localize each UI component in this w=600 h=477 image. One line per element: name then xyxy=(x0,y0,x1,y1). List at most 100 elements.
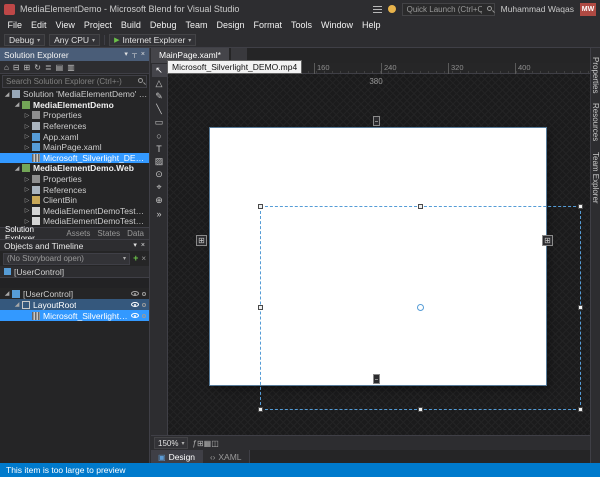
user-name[interactable]: Muhammad Waqas xyxy=(501,4,574,14)
design-surface[interactable]: 080160240320400 380 ⊞ xyxy=(168,63,590,435)
pan-tool[interactable]: ⌖ xyxy=(152,181,167,194)
camera-orbit-tool[interactable]: ⊕ xyxy=(152,194,167,207)
storyboard-dropdown[interactable]: (No Storyboard open) ▾ xyxy=(3,253,130,265)
platform-dropdown[interactable]: Any CPU ▾ xyxy=(49,34,100,46)
run-target-button[interactable]: ▶ Internet Explorer ▾ xyxy=(109,34,196,46)
tree-item[interactable]: Properties xyxy=(0,174,149,185)
direct-selection-tool[interactable]: △ xyxy=(152,77,167,90)
lock-dot-icon[interactable] xyxy=(142,314,146,318)
panel-tab[interactable]: States xyxy=(97,229,120,238)
resize-handle-w[interactable] xyxy=(258,305,263,310)
expander-icon[interactable] xyxy=(3,290,11,297)
artboard[interactable] xyxy=(210,128,546,385)
side-tab[interactable]: Properties xyxy=(591,57,600,93)
menu-item[interactable]: Design xyxy=(212,18,249,33)
grid-toggle-icon[interactable]: ⊞ xyxy=(197,439,204,448)
resize-handle-ne[interactable] xyxy=(578,204,583,209)
tree-item[interactable]: MediaElementDemoTestPage.aspx xyxy=(0,206,149,217)
home-icon[interactable]: ⌂ xyxy=(4,61,9,74)
expander-icon[interactable] xyxy=(23,133,31,140)
preview-selected-icon[interactable]: ▥ xyxy=(67,61,75,74)
properties-window-icon[interactable]: ▤ xyxy=(56,61,64,74)
panel-tab[interactable]: Assets xyxy=(66,229,90,238)
selection-bounds[interactable] xyxy=(260,206,581,410)
expander-icon[interactable] xyxy=(23,144,31,151)
new-storyboard-icon[interactable]: + xyxy=(133,251,138,266)
scope-row[interactable]: [UserControl] xyxy=(0,266,149,278)
quick-launch-input[interactable] xyxy=(402,3,495,16)
expander-icon[interactable] xyxy=(13,165,21,172)
resize-handle-e[interactable] xyxy=(578,305,583,310)
tree-item[interactable]: Solution 'MediaElementDemo' (2 projects) xyxy=(0,89,149,100)
expander-icon[interactable] xyxy=(23,176,31,183)
visibility-eye-icon[interactable] xyxy=(131,302,139,307)
refresh-icon[interactable]: ↻ xyxy=(34,61,41,74)
center-anchor-icon[interactable] xyxy=(417,304,424,311)
visibility-eye-icon[interactable] xyxy=(131,291,139,296)
resize-handle-s[interactable] xyxy=(418,407,423,412)
resize-handle-sw[interactable] xyxy=(258,407,263,412)
user-avatar[interactable]: MW xyxy=(580,3,596,16)
expander-icon[interactable] xyxy=(23,123,31,130)
menu-item[interactable]: Help xyxy=(358,18,386,33)
menu-item[interactable]: Window xyxy=(317,18,358,33)
resize-handle-nw[interactable] xyxy=(258,204,263,209)
expander-icon[interactable] xyxy=(13,301,21,308)
tree-item[interactable]: Microsoft_Silverlight_DEMO.mp4 xyxy=(0,153,149,164)
eyedropper-tool[interactable]: ⊙ xyxy=(152,168,167,181)
visibility-eye-icon[interactable] xyxy=(131,313,139,318)
pen-tool[interactable]: ✎ xyxy=(152,90,167,103)
view-tab[interactable]: Design xyxy=(151,450,203,463)
margin-anchor-bottom-icon[interactable] xyxy=(373,374,380,384)
tree-item[interactable]: App.xaml xyxy=(0,131,149,142)
text-tool[interactable]: T xyxy=(152,142,167,155)
expander-icon[interactable] xyxy=(23,112,31,119)
line-tool[interactable]: ╲ xyxy=(152,103,167,116)
feedback-icon[interactable] xyxy=(373,6,382,13)
menu-item[interactable]: Tools xyxy=(287,18,317,33)
view-code-icon[interactable]: ≣ xyxy=(45,61,52,74)
lock-dot-icon[interactable] xyxy=(142,292,146,296)
tree-item[interactable]: MediaElementDemo xyxy=(0,100,149,111)
tree-item[interactable]: MainPage.xaml xyxy=(0,142,149,153)
menu-item[interactable]: Format xyxy=(249,18,287,33)
show-all-files-icon[interactable]: ⊞ xyxy=(24,61,31,74)
menu-item[interactable]: Project xyxy=(79,18,116,33)
menu-item[interactable]: Edit xyxy=(27,18,52,33)
expander-icon[interactable] xyxy=(13,101,21,108)
expander-icon[interactable] xyxy=(23,207,31,214)
gradient-tool[interactable]: ▨ xyxy=(152,155,167,168)
resize-handle-n[interactable] xyxy=(418,204,423,209)
selection-tool[interactable]: ↖ xyxy=(152,64,167,77)
solution-config-dropdown[interactable]: Debug ▾ xyxy=(4,34,45,46)
menu-item[interactable]: Team xyxy=(181,18,212,33)
expander-icon[interactable] xyxy=(23,186,31,193)
view-tab[interactable]: XAML xyxy=(203,450,249,463)
assets-tool[interactable]: » xyxy=(152,207,167,220)
tree-item[interactable]: Properties xyxy=(0,110,149,121)
menu-item[interactable]: View xyxy=(51,18,79,33)
object-tree-item[interactable]: LayoutRoot xyxy=(0,299,149,310)
object-tree-item[interactable]: [UserControl] xyxy=(0,288,149,299)
expander-icon[interactable] xyxy=(23,197,31,204)
menu-item[interactable]: Debug xyxy=(145,18,181,33)
lock-dot-icon[interactable] xyxy=(142,303,146,307)
tree-item[interactable]: References xyxy=(0,121,149,132)
close-storyboard-icon[interactable]: × xyxy=(141,251,146,266)
solution-explorer-header[interactable]: Solution Explorer ▾ ┬ × xyxy=(0,48,149,61)
window-position-icon[interactable]: ▾ xyxy=(124,48,128,61)
menu-item[interactable]: Build xyxy=(116,18,145,33)
rectangle-tool[interactable]: ▭ xyxy=(152,116,167,129)
margin-anchor-left-icon[interactable]: ⊞ xyxy=(196,235,207,246)
tree-item[interactable]: References xyxy=(0,184,149,195)
pin-icon[interactable]: ┬ xyxy=(132,48,137,61)
notification-icon[interactable] xyxy=(388,5,396,13)
expander-icon[interactable] xyxy=(3,91,11,98)
side-tab[interactable]: Team Explorer xyxy=(591,152,600,204)
close-icon[interactable]: × xyxy=(141,48,145,61)
collapse-all-icon[interactable]: ⊟ xyxy=(13,61,20,74)
ellipse-tool[interactable]: ○ xyxy=(152,129,167,142)
margin-anchor-right-icon[interactable]: ⊞ xyxy=(542,235,553,246)
resize-handle-se[interactable] xyxy=(578,407,583,412)
panel-tab[interactable]: Data xyxy=(127,229,144,238)
